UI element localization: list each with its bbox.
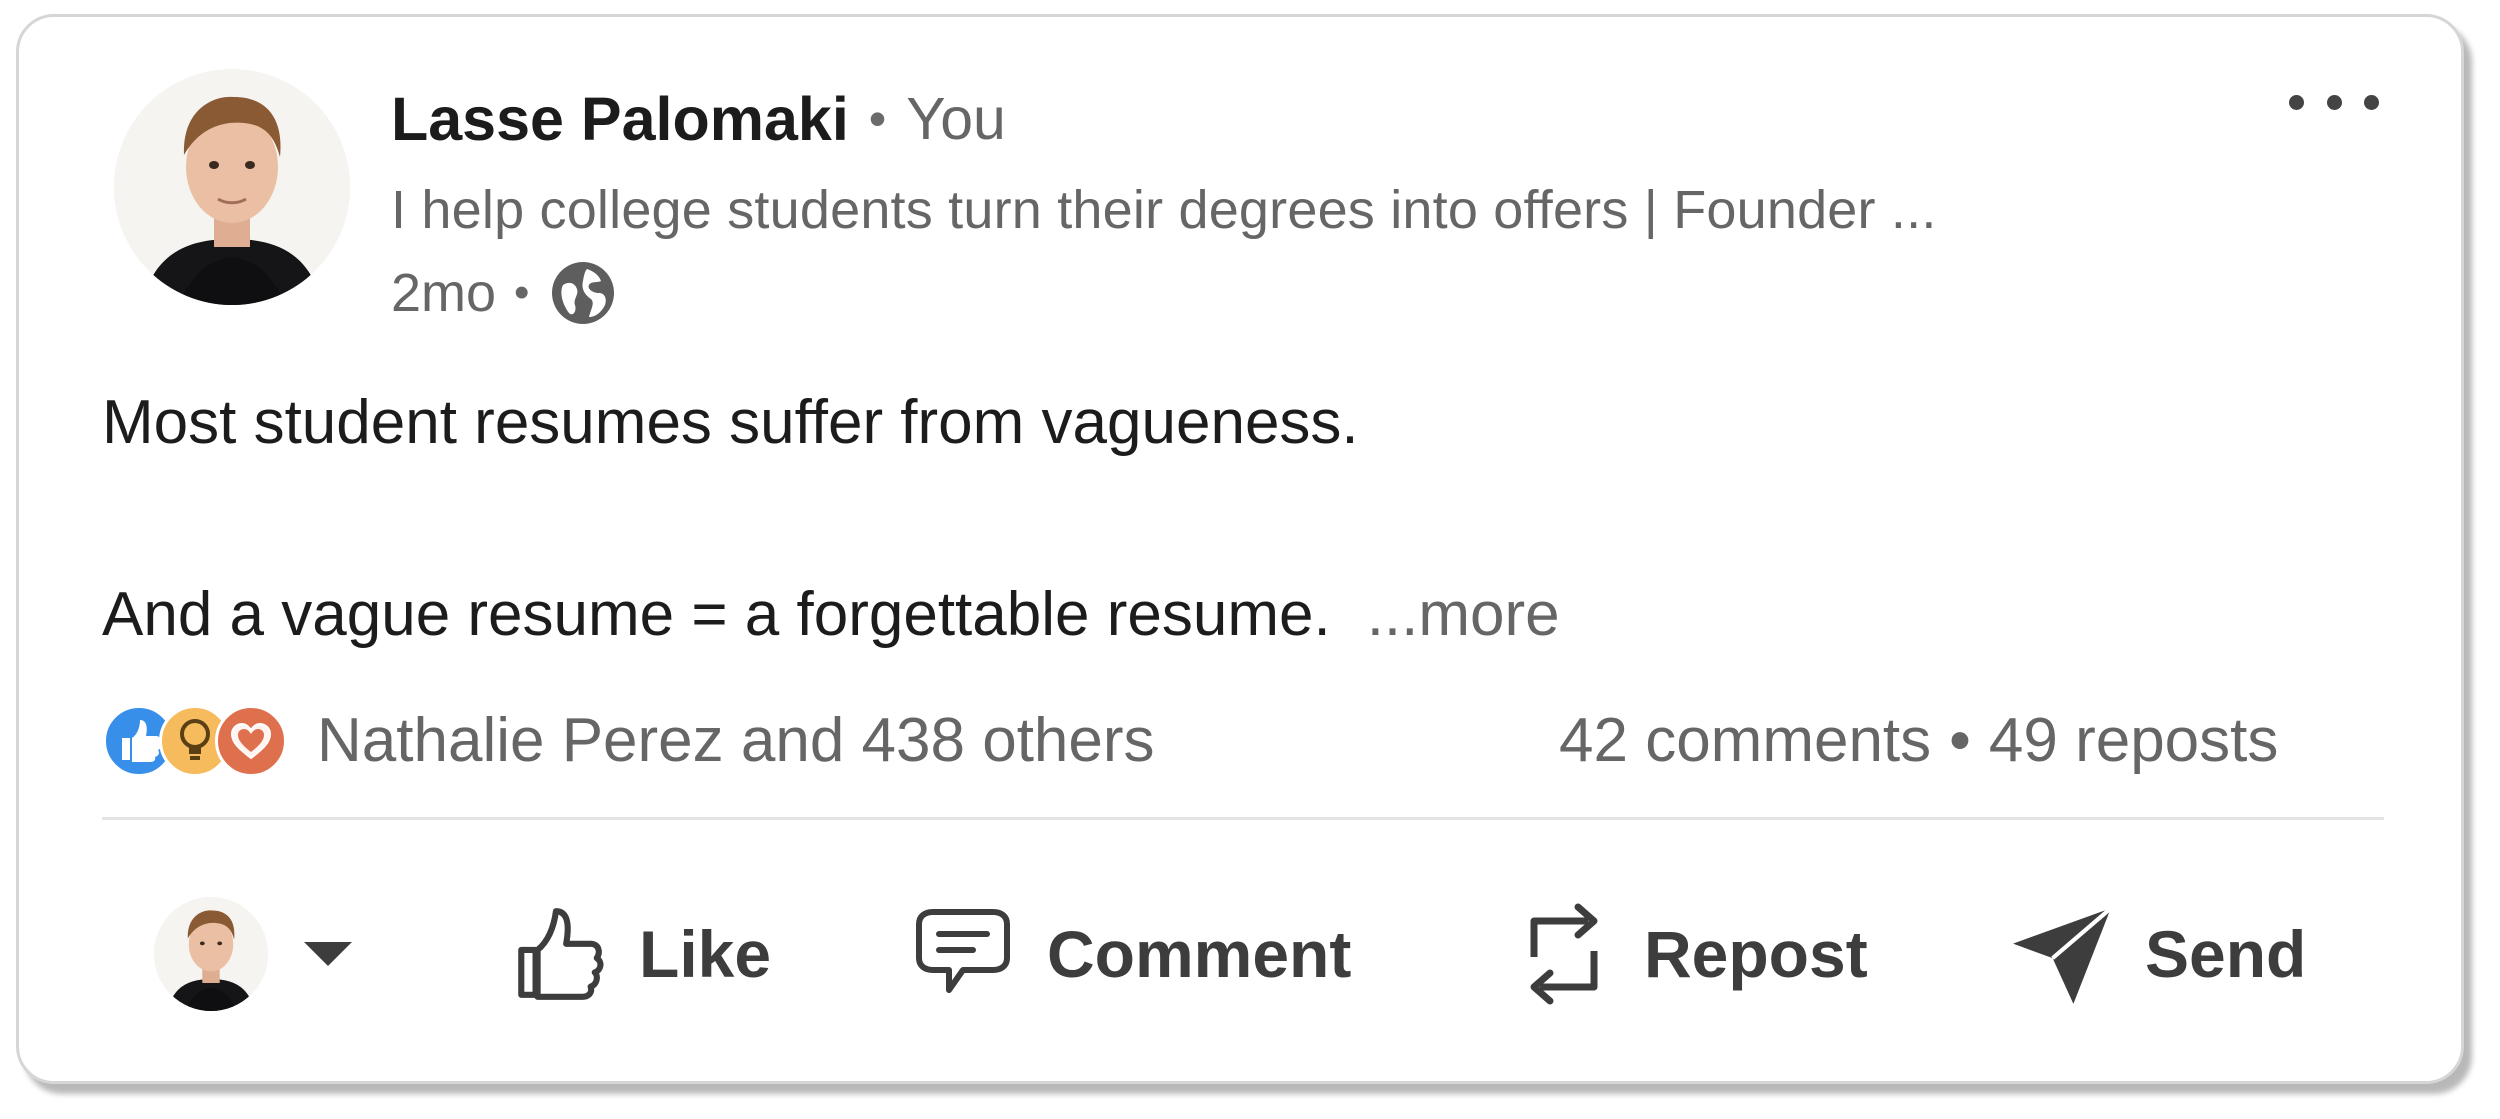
more-horizontal-icon	[2289, 94, 2304, 110]
reactions-count-link[interactable]: Nathalie Perez and 438 others	[317, 705, 1155, 776]
author-row: Lasse Palomaki • You	[391, 79, 1006, 159]
comment-icon	[916, 909, 1010, 993]
avatar	[154, 897, 268, 1011]
author-avatar[interactable]	[114, 69, 350, 305]
comment-button[interactable]: Comment	[909, 897, 1351, 1011]
post-text: And a vague resume = a forgettable resum…	[102, 580, 1331, 649]
globe-icon	[552, 262, 615, 324]
person-portrait-icon	[154, 897, 268, 1011]
dot-separator: •	[1949, 706, 1971, 775]
dot-separator: •	[514, 268, 530, 317]
post-text-line: Most student resumes suffer from vaguene…	[102, 388, 1359, 457]
love-reaction-icon	[215, 705, 287, 777]
send-icon	[2013, 906, 2113, 1004]
comment-label: Comment	[1047, 917, 1352, 991]
more-options-button[interactable]	[2289, 77, 2379, 127]
relation-label: You	[906, 86, 1006, 152]
person-portrait-icon	[114, 69, 350, 305]
repost-button[interactable]: Repost	[1514, 897, 1868, 1011]
author-headline: I help college students turn their degre…	[391, 180, 1937, 240]
post-age: 2mo	[391, 263, 497, 323]
engagement-counts: 42 comments • 49 reposts	[1559, 705, 2278, 776]
send-button[interactable]: Send	[2011, 897, 2306, 1011]
chevron-down-icon	[304, 942, 352, 966]
post-meta: 2mo •	[391, 253, 617, 333]
post-card: Lasse Palomaki • You I help college stud…	[16, 14, 2464, 1084]
reaction-icons[interactable]	[103, 703, 293, 779]
like-label: Like	[639, 917, 772, 991]
post-text-line: And a vague resume = a forgettable resum…	[102, 579, 1560, 650]
dot-separator: •	[868, 91, 887, 147]
repost-icon	[1530, 903, 1598, 1005]
comments-count-link[interactable]: 42 comments	[1559, 705, 1931, 776]
actor-switcher-button[interactable]	[154, 897, 352, 1011]
divider	[102, 817, 2384, 820]
see-more-link[interactable]: ...more	[1367, 580, 1560, 649]
like-button[interactable]: Like	[507, 897, 771, 1011]
thumbs-up-icon	[518, 908, 604, 1000]
author-name[interactable]: Lasse Palomaki	[391, 84, 849, 154]
send-label: Send	[2145, 917, 2307, 991]
repost-label: Repost	[1644, 917, 1868, 991]
reposts-count-link[interactable]: 49 reposts	[1989, 705, 2279, 776]
